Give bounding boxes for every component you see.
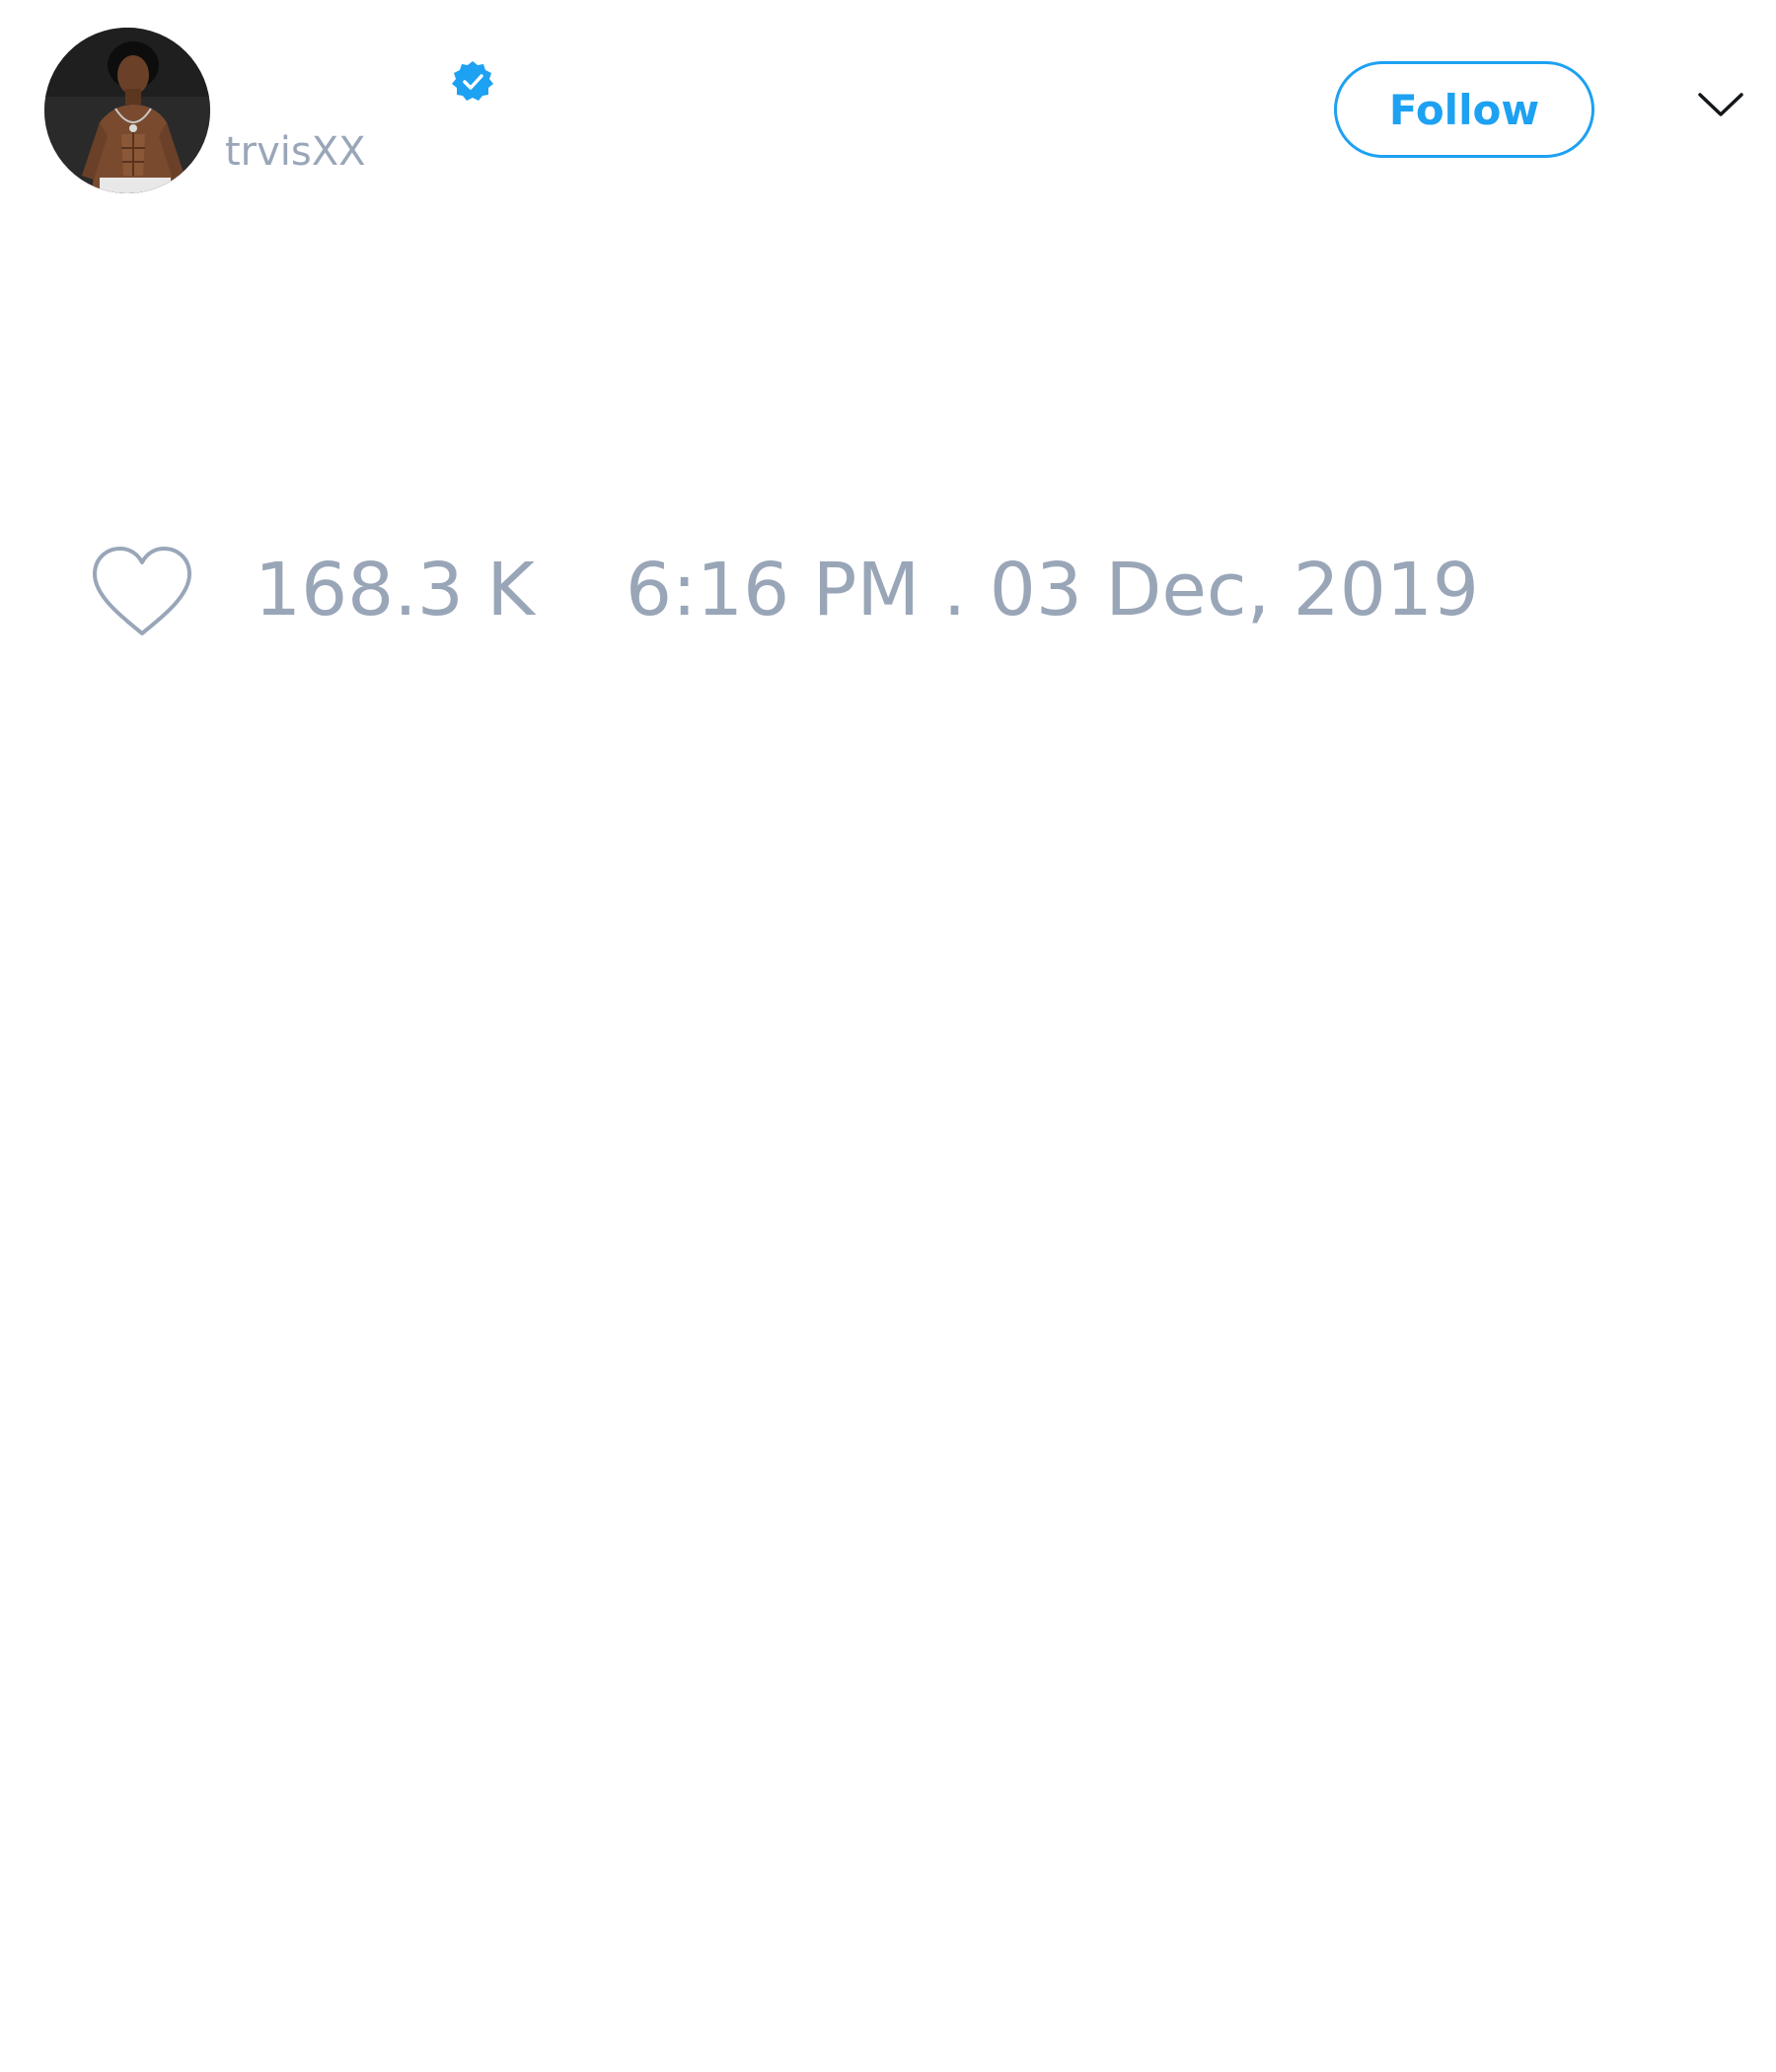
avatar-image <box>44 28 210 193</box>
avatar[interactable] <box>44 28 210 193</box>
chevron-down-icon[interactable] <box>1697 89 1744 120</box>
tweet-card: trvisXX Follow 168.3 K 6:16 PM . 03 Dec,… <box>0 0 1776 2072</box>
tweet-timestamp[interactable]: 6:16 PM . 03 Dec, 2019 <box>626 541 1479 639</box>
verified-badge-icon <box>450 59 495 105</box>
user-handle[interactable]: trvisXX <box>225 126 366 178</box>
heart-icon[interactable] <box>89 545 195 639</box>
follow-button[interactable]: Follow <box>1334 61 1594 158</box>
like-count: 168.3 K <box>255 548 535 632</box>
